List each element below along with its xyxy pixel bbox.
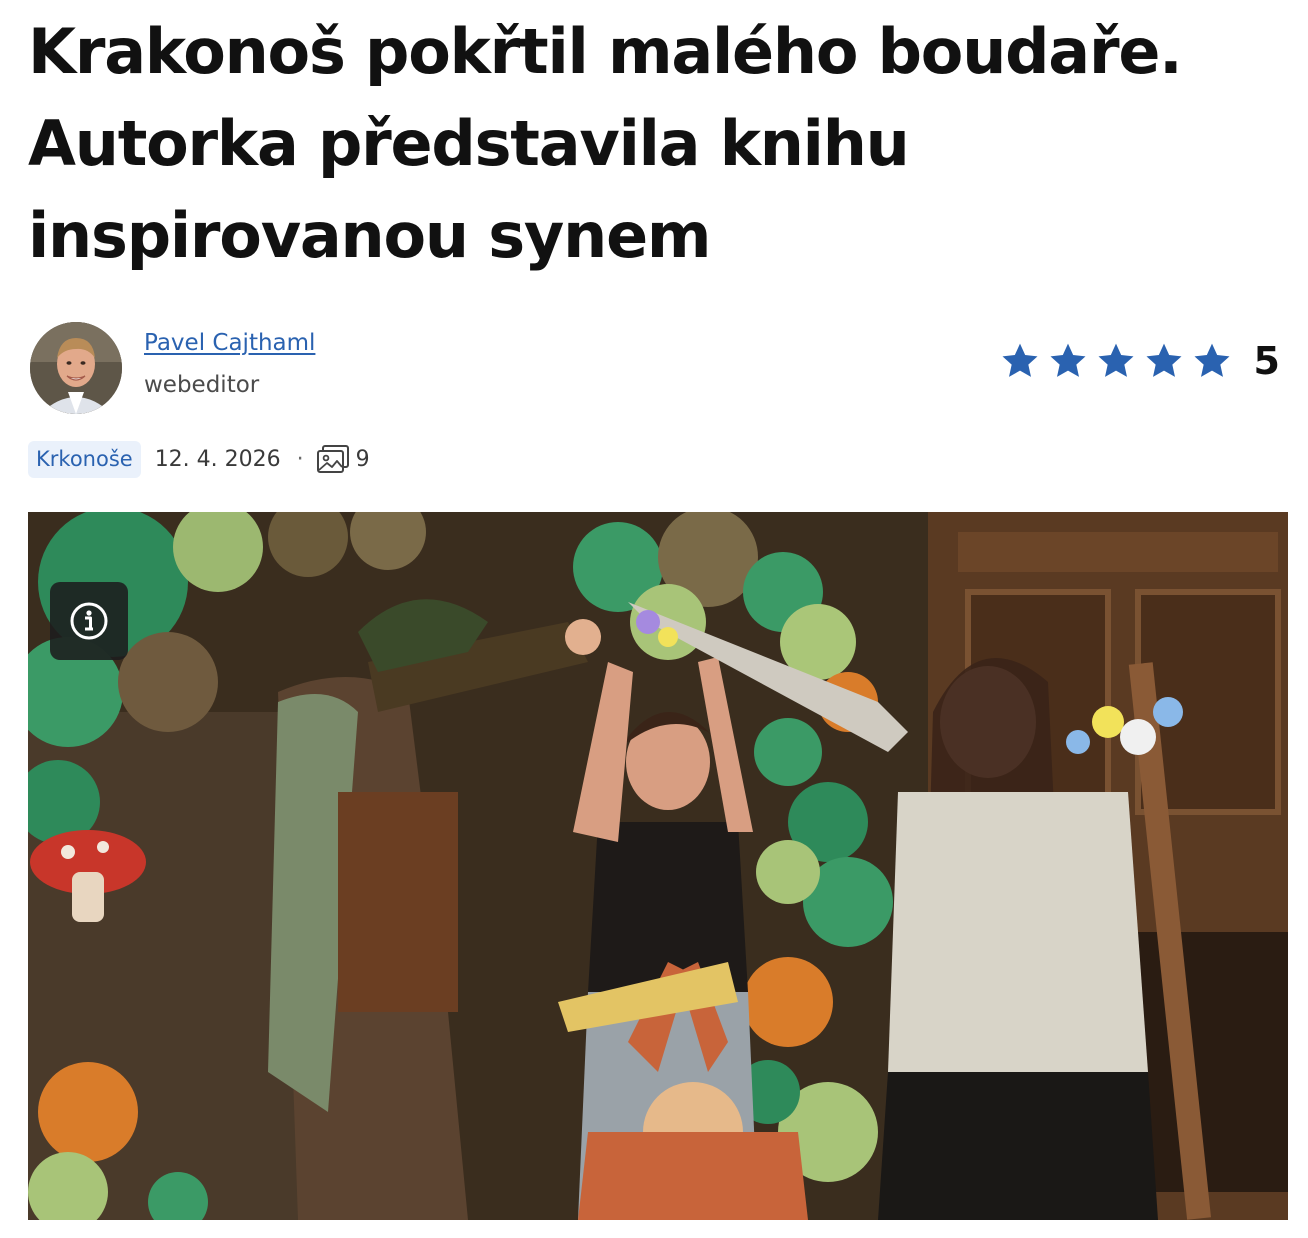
info-icon xyxy=(70,602,108,640)
star-icon[interactable] xyxy=(1192,341,1232,381)
article-page: Krakonoš pokřtil malého boudaře. Autorka… xyxy=(0,0,1308,1238)
meta-separator: · xyxy=(296,446,304,472)
star-icon[interactable] xyxy=(1096,341,1136,381)
article-meta: Krkonoše 12. 4. 2026 · 9 xyxy=(28,438,370,480)
author-avatar[interactable] xyxy=(30,322,122,414)
rating-value: 5 xyxy=(1253,339,1280,383)
region-tag[interactable]: Krkonoše xyxy=(28,440,141,478)
star-icon[interactable] xyxy=(1144,341,1184,381)
gallery-count[interactable]: 9 xyxy=(356,447,370,472)
star-icon[interactable] xyxy=(1048,341,1088,381)
image-gallery-icon[interactable] xyxy=(316,444,350,474)
article-rating[interactable]: 5 xyxy=(992,338,1280,384)
star-icon[interactable] xyxy=(1000,341,1040,381)
author-name-link[interactable]: Pavel Cajthaml xyxy=(144,330,315,356)
author-role: webeditor xyxy=(144,372,260,398)
photo-info-button[interactable] xyxy=(50,582,128,660)
article-headline: Krakonoš pokřtil malého boudaře. Autorka… xyxy=(28,15,1183,272)
publish-date: 12. 4. 2026 xyxy=(154,446,281,472)
author-block: Pavel Cajthaml webeditor 5 xyxy=(30,322,1280,414)
article-main-photo[interactable] xyxy=(28,512,1288,1220)
